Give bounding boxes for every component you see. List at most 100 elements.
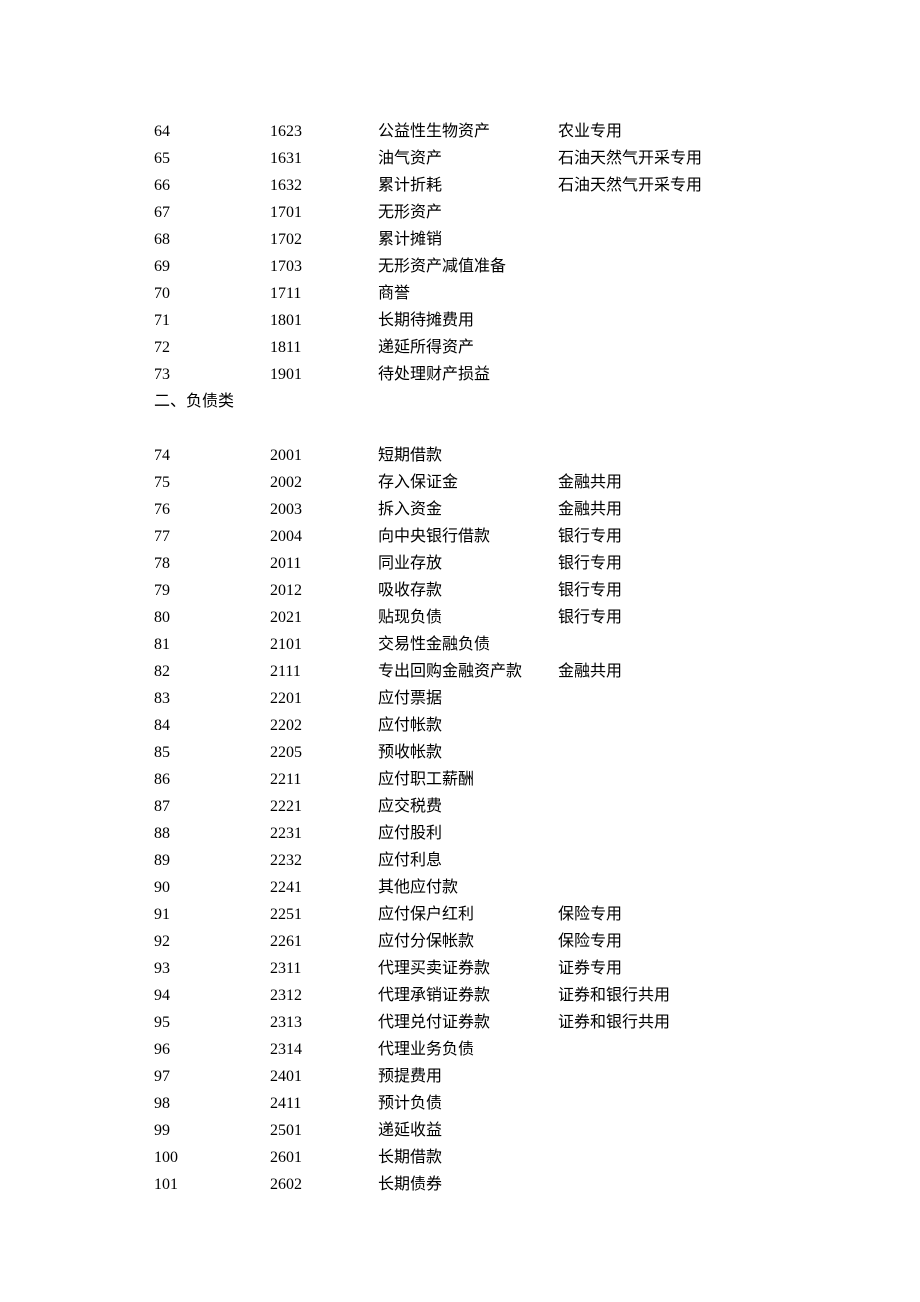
cell-note [558, 631, 920, 658]
cell-seq: 71 [154, 307, 270, 334]
table-row: 1002601长期借款 [154, 1144, 920, 1171]
cell-code: 2311 [270, 955, 378, 982]
table-row: 962314代理业务负债 [154, 1036, 920, 1063]
cell-seq: 76 [154, 496, 270, 523]
cell-code: 2411 [270, 1090, 378, 1117]
cell-name: 递延所得资产 [378, 334, 558, 361]
cell-seq: 78 [154, 550, 270, 577]
cell-seq: 99 [154, 1117, 270, 1144]
cell-note [558, 334, 920, 361]
table-row: 852205预收帐款 [154, 739, 920, 766]
cell-name: 无形资产减值准备 [378, 253, 558, 280]
cell-seq: 86 [154, 766, 270, 793]
cell-code: 2601 [270, 1144, 378, 1171]
cell-note [558, 739, 920, 766]
table-row: 711801长期待摊费用 [154, 307, 920, 334]
cell-name: 代理业务负债 [378, 1036, 558, 1063]
cell-seq: 98 [154, 1090, 270, 1117]
cell-note: 农业专用 [558, 118, 920, 145]
cell-note: 证券和银行共用 [558, 1009, 920, 1036]
cell-note [558, 1171, 920, 1198]
cell-name: 预提费用 [378, 1063, 558, 1090]
table-row: 1012602长期债券 [154, 1171, 920, 1198]
cell-name: 拆入资金 [378, 496, 558, 523]
cell-name: 应付利息 [378, 847, 558, 874]
cell-seq: 66 [154, 172, 270, 199]
cell-seq: 83 [154, 685, 270, 712]
cell-seq: 82 [154, 658, 270, 685]
table-row: 882231应付股利 [154, 820, 920, 847]
cell-code: 2312 [270, 982, 378, 1009]
cell-code: 1703 [270, 253, 378, 280]
cell-code: 2202 [270, 712, 378, 739]
cell-code: 2101 [270, 631, 378, 658]
table-row: 932311代理买卖证券款证券专用 [154, 955, 920, 982]
cell-name: 累计折耗 [378, 172, 558, 199]
cell-name: 长期待摊费用 [378, 307, 558, 334]
cell-note [558, 874, 920, 901]
spacer [154, 415, 920, 442]
cell-name: 递延收益 [378, 1117, 558, 1144]
cell-note: 银行专用 [558, 604, 920, 631]
cell-note [558, 820, 920, 847]
cell-code: 1701 [270, 199, 378, 226]
cell-code: 2012 [270, 577, 378, 604]
cell-code: 1901 [270, 361, 378, 388]
document-page: 641623公益性生物资产农业专用651631油气资产石油天然气开采专用6616… [0, 0, 920, 1198]
cell-seq: 77 [154, 523, 270, 550]
cell-name: 应付分保帐款 [378, 928, 558, 955]
cell-code: 1631 [270, 145, 378, 172]
cell-seq: 64 [154, 118, 270, 145]
cell-note: 金融共用 [558, 658, 920, 685]
cell-code: 2211 [270, 766, 378, 793]
table-row: 731901待处理财产损益 [154, 361, 920, 388]
cell-code: 2205 [270, 739, 378, 766]
table-row: 842202应付帐款 [154, 712, 920, 739]
cell-name: 累计摊销 [378, 226, 558, 253]
cell-seq: 100 [154, 1144, 270, 1171]
cell-note [558, 685, 920, 712]
cell-note: 银行专用 [558, 550, 920, 577]
cell-note: 保险专用 [558, 928, 920, 955]
table-row: 822111专出回购金融资产款金融共用 [154, 658, 920, 685]
cell-seq: 74 [154, 442, 270, 469]
cell-code: 2004 [270, 523, 378, 550]
cell-code: 2251 [270, 901, 378, 928]
cell-seq: 89 [154, 847, 270, 874]
table-row: 912251应付保户红利保险专用 [154, 901, 920, 928]
table-row: 942312代理承销证券款证券和银行共用 [154, 982, 920, 1009]
cell-name: 向中央银行借款 [378, 523, 558, 550]
cell-seq: 67 [154, 199, 270, 226]
cell-name: 长期债券 [378, 1171, 558, 1198]
cell-code: 2011 [270, 550, 378, 577]
cell-note [558, 847, 920, 874]
table-row: 641623公益性生物资产农业专用 [154, 118, 920, 145]
table-row: 902241其他应付款 [154, 874, 920, 901]
cell-code: 2232 [270, 847, 378, 874]
cell-note [558, 1117, 920, 1144]
cell-code: 2001 [270, 442, 378, 469]
cell-seq: 90 [154, 874, 270, 901]
table-row: 782011同业存放银行专用 [154, 550, 920, 577]
table-row: 651631油气资产石油天然气开采专用 [154, 145, 920, 172]
cell-name: 长期借款 [378, 1144, 558, 1171]
cell-name: 应付帐款 [378, 712, 558, 739]
cell-code: 2401 [270, 1063, 378, 1090]
cell-seq: 72 [154, 334, 270, 361]
table-row: 792012吸收存款银行专用 [154, 577, 920, 604]
cell-note [558, 1063, 920, 1090]
cell-seq: 81 [154, 631, 270, 658]
cell-note: 保险专用 [558, 901, 920, 928]
cell-note: 金融共用 [558, 469, 920, 496]
cell-note: 证券和银行共用 [558, 982, 920, 1009]
table-row: 982411预计负债 [154, 1090, 920, 1117]
cell-seq: 80 [154, 604, 270, 631]
cell-name: 同业存放 [378, 550, 558, 577]
table-row: 812101交易性金融负债 [154, 631, 920, 658]
table-row: 832201应付票据 [154, 685, 920, 712]
cell-name: 公益性生物资产 [378, 118, 558, 145]
cell-name: 代理承销证券款 [378, 982, 558, 1009]
table-row: 681702累计摊销 [154, 226, 920, 253]
cell-name: 预收帐款 [378, 739, 558, 766]
cell-code: 2201 [270, 685, 378, 712]
